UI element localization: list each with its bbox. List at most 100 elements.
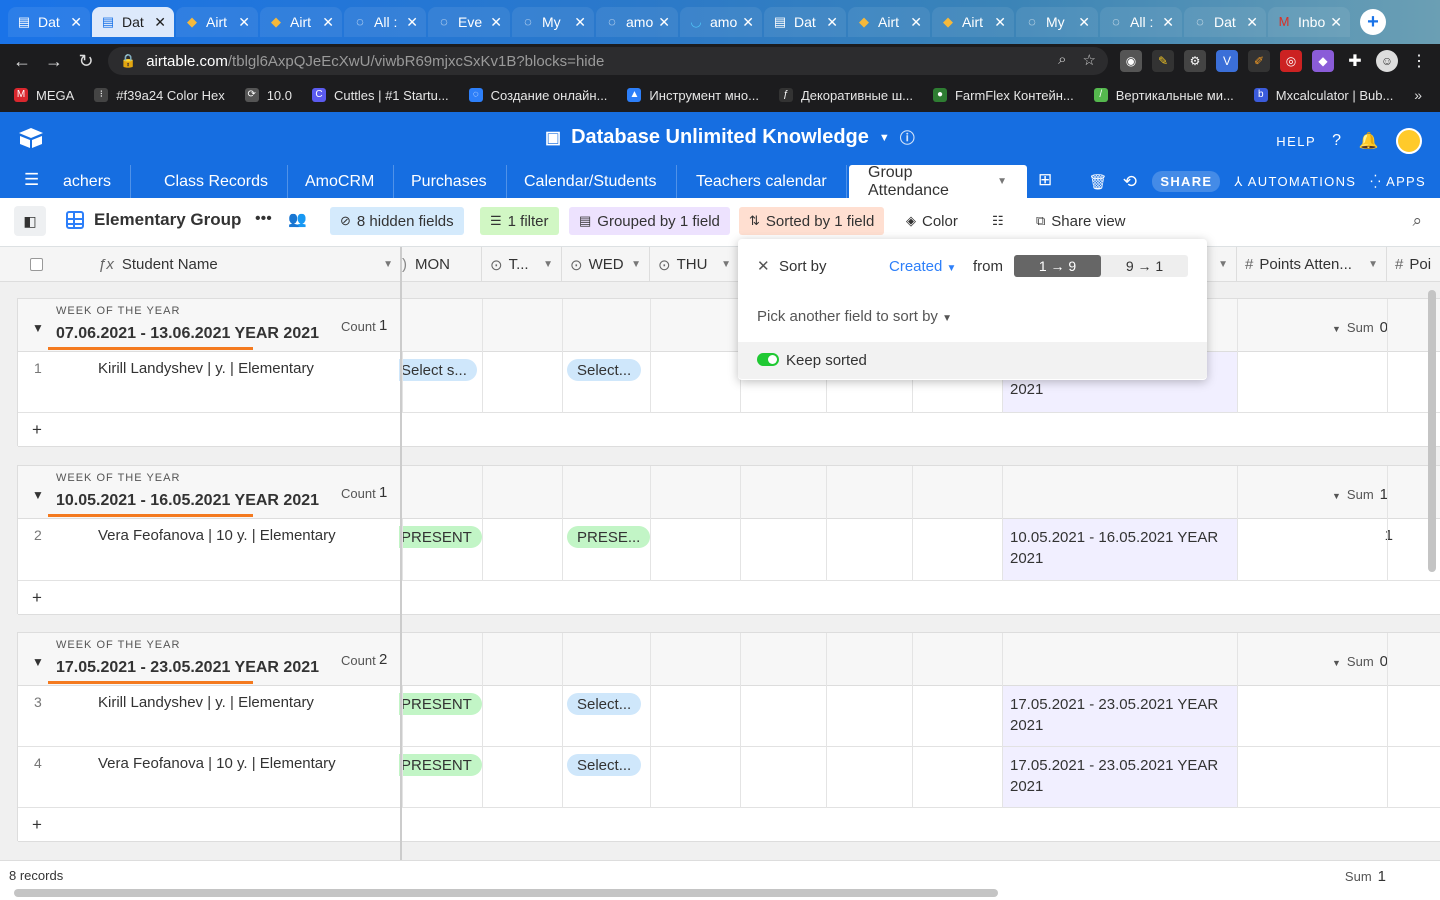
add-record-row[interactable]: + bbox=[18, 581, 1440, 615]
view-switcher[interactable]: Elementary Group bbox=[66, 210, 241, 230]
frozen-column-divider[interactable] bbox=[400, 247, 402, 860]
bookmark-item[interactable]: M MEGA bbox=[14, 88, 74, 103]
reload-icon[interactable]: ↻ bbox=[70, 51, 102, 72]
table-row[interactable]: 4 Vera Feofanova | 10 y. | Elementary PRES… bbox=[18, 747, 1440, 808]
bookmark-item[interactable]: ⁝ #f39a24 Color Hex bbox=[94, 88, 225, 103]
close-tab-icon[interactable]: ✕ bbox=[1162, 14, 1174, 31]
mon-status-chip[interactable]: PRESENT bbox=[399, 693, 482, 715]
chevron-down-icon[interactable]: ▼ bbox=[543, 259, 553, 270]
tab-group-attendance[interactable]: Group Attendance ▼ bbox=[849, 164, 1027, 199]
browser-tab[interactable]: ◌ All : ✕ bbox=[344, 7, 426, 37]
browser-tab[interactable]: ◌ All : ✕ bbox=[1100, 7, 1182, 37]
hidden-fields-button[interactable]: ⊘ 8 hidden fields bbox=[330, 207, 464, 235]
close-icon[interactable]: ✕ bbox=[757, 257, 770, 275]
column-points-attended[interactable]: # Points Atten... ▼ bbox=[1237, 247, 1387, 282]
color-button[interactable]: ◈ Color bbox=[896, 207, 968, 235]
plus-icon[interactable]: + bbox=[32, 420, 42, 440]
help-icon[interactable]: ? bbox=[1332, 132, 1342, 150]
wed-status-chip[interactable]: Select... bbox=[567, 693, 642, 715]
chevron-down-icon[interactable]: ▼ bbox=[721, 259, 731, 270]
chevron-down-icon[interactable]: ▼ bbox=[383, 259, 393, 270]
browser-tab[interactable]: ◌ Dat ✕ bbox=[1184, 7, 1266, 37]
collapse-caret-icon[interactable]: ▼ bbox=[32, 655, 44, 669]
close-tab-icon[interactable]: ✕ bbox=[1330, 14, 1342, 31]
add-record-row[interactable]: + bbox=[18, 808, 1440, 842]
close-tab-icon[interactable]: ✕ bbox=[322, 14, 334, 31]
column-student-name[interactable]: ƒx Student Name ▼ bbox=[90, 247, 402, 282]
close-tab-icon[interactable]: ✕ bbox=[154, 14, 166, 31]
apps-button[interactable]: ⁛ APPS bbox=[1370, 174, 1426, 190]
column-thu[interactable]: ⊙ THU ▼ bbox=[650, 247, 740, 282]
browser-tab[interactable]: ▤ Dat ✕ bbox=[8, 7, 90, 37]
close-tab-icon[interactable]: ✕ bbox=[1078, 14, 1090, 31]
browser-tab[interactable]: ◡ amo ✕ bbox=[680, 7, 762, 37]
zoom-icon[interactable]: ⌕ bbox=[1058, 51, 1066, 69]
browser-tab[interactable]: ▤ Dat ✕ bbox=[92, 7, 174, 37]
week-of-year-cell[interactable]: 10.05.2021 - 16.05.2021 YEAR 2021 bbox=[1002, 519, 1238, 580]
close-tab-icon[interactable]: ✕ bbox=[406, 14, 418, 31]
close-tab-icon[interactable]: ✕ bbox=[70, 14, 82, 31]
airtable-logo-icon[interactable] bbox=[18, 127, 44, 149]
puzzle-extension-icon[interactable]: ✚ bbox=[1344, 50, 1366, 72]
group-sum[interactable]: ▼ Sum 0 bbox=[1332, 319, 1388, 336]
pick-another-field-button[interactable]: Pick another field to sort by ▼ bbox=[757, 308, 952, 325]
column-poi[interactable]: # Poi bbox=[1387, 247, 1440, 282]
browser-tab[interactable]: ◆ Airt ✕ bbox=[932, 7, 1014, 37]
close-tab-icon[interactable]: ✕ bbox=[238, 14, 250, 31]
wed-status-chip[interactable]: PRESE... bbox=[567, 526, 651, 548]
week-of-year-cell[interactable]: 17.05.2021 - 23.05.2021 YEAR 2021 bbox=[1002, 686, 1238, 746]
browser-tab[interactable]: ◆ Airt ✕ bbox=[260, 7, 342, 37]
close-tab-icon[interactable]: ✕ bbox=[910, 14, 922, 31]
trash-icon[interactable]: 🗑 bbox=[1088, 173, 1108, 191]
search-icon[interactable]: ⌕ bbox=[1412, 211, 1422, 231]
profile-avatar-icon[interactable]: ☺ bbox=[1376, 50, 1398, 72]
row-height-button[interactable]: ☷ bbox=[982, 207, 1014, 235]
mon-status-chip[interactable]: PRESENT bbox=[399, 754, 482, 776]
chevron-down-icon[interactable]: ▼ bbox=[1218, 259, 1228, 270]
new-tab-button[interactable]: + bbox=[1360, 9, 1386, 35]
collapse-caret-icon[interactable]: ▼ bbox=[32, 321, 44, 335]
help-label[interactable]: HELP bbox=[1276, 134, 1316, 149]
browser-tab[interactable]: ◌ My ✕ bbox=[1016, 7, 1098, 37]
sidebar-toggle-button[interactable]: ◧ bbox=[14, 206, 46, 236]
horizontal-scrollbar[interactable] bbox=[14, 889, 998, 897]
week-of-year-cell[interactable]: 17.05.2021 - 23.05.2021 YEAR 2021 bbox=[1002, 747, 1238, 807]
bookmark-item[interactable]: ⟳ 10.0 bbox=[244, 88, 292, 103]
table-row[interactable]: 3 Kirill Landyshev | y. | Elementary PRESE… bbox=[18, 686, 1440, 747]
bookmark-item[interactable]: b Mxcalculator | Bub... bbox=[1253, 88, 1393, 103]
avatar[interactable] bbox=[1396, 128, 1422, 154]
camera-extension-icon[interactable]: ◉ bbox=[1120, 50, 1142, 72]
chevron-down-icon[interactable]: ▼ bbox=[631, 259, 641, 270]
base-title[interactable]: ▣ Database Unlimited Knowledge ▼ ⓘ bbox=[545, 126, 915, 149]
browser-tab[interactable]: ◆ Airt ✕ bbox=[176, 7, 258, 37]
wed-status-chip[interactable]: Select... bbox=[567, 359, 642, 381]
group-header[interactable]: ▼ WEEK OF THE YEAR 17.05.2021 - 23.05.2021… bbox=[18, 633, 1440, 686]
share-view-button[interactable]: ⧉ Share view bbox=[1026, 207, 1136, 235]
sort-ascending-option[interactable]: 1 → 9 bbox=[1014, 255, 1101, 277]
table-row[interactable]: 2 Vera Feofanova | 10 y. | Elementary PRES… bbox=[18, 519, 1440, 581]
student-name-cell[interactable]: Vera Feofanova | 10 y. | Elementary bbox=[98, 755, 336, 772]
close-tab-icon[interactable]: ✕ bbox=[994, 14, 1006, 31]
browser-tab[interactable]: ▤ Dat ✕ bbox=[764, 7, 846, 37]
bell-icon[interactable]: 🔔 bbox=[1359, 131, 1380, 151]
history-icon[interactable]: ⟲ bbox=[1123, 172, 1139, 192]
browser-menu-icon[interactable]: ⋮ bbox=[1408, 50, 1430, 72]
collaborators-icon[interactable]: 👥 bbox=[288, 210, 307, 228]
column-mon[interactable]: ) MON bbox=[402, 247, 482, 282]
pen-extension-icon[interactable]: ✐ bbox=[1248, 50, 1270, 72]
add-record-row[interactable]: + bbox=[18, 413, 1440, 447]
forward-icon[interactable]: → bbox=[38, 51, 70, 72]
close-tab-icon[interactable]: ✕ bbox=[490, 14, 502, 31]
hamburger-icon[interactable]: ☰ bbox=[24, 170, 39, 190]
group-header[interactable]: ▼ WEEK OF THE YEAR 07.06.2021 - 13.06.2021… bbox=[18, 299, 1440, 352]
tab-purchases[interactable]: Purchases bbox=[392, 165, 507, 198]
keep-sorted-toggle[interactable] bbox=[757, 353, 779, 366]
group-button[interactable]: ▤ Grouped by 1 field bbox=[569, 207, 730, 235]
red-extension-icon[interactable]: ◎ bbox=[1280, 50, 1302, 72]
browser-tab[interactable]: ◌ Eve ✕ bbox=[428, 7, 510, 37]
bookmark-star-icon[interactable]: ☆ bbox=[1083, 51, 1096, 69]
close-tab-icon[interactable]: ✕ bbox=[742, 14, 754, 31]
filter-button[interactable]: ☰ 1 filter bbox=[480, 207, 559, 235]
close-tab-icon[interactable]: ✕ bbox=[1246, 14, 1258, 31]
tab-amocrm[interactable]: AmoCRM bbox=[286, 165, 395, 198]
